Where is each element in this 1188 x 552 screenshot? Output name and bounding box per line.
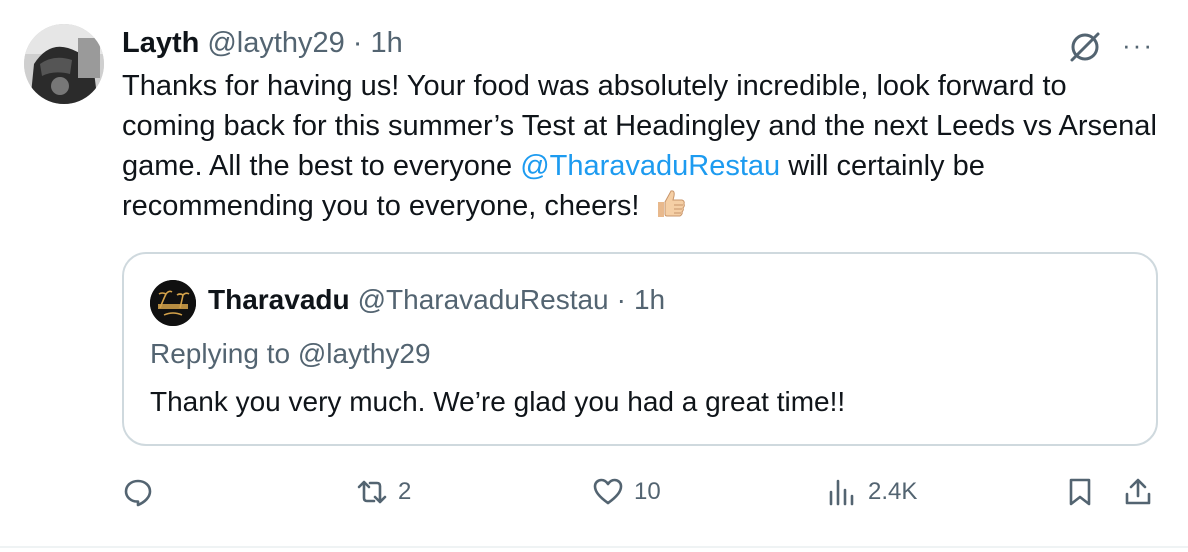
action-bar: 2 10 2.4K [122, 470, 1162, 514]
tweet-header: Layth @laythy29 · 1h [122, 26, 403, 60]
views-chart-icon [829, 479, 854, 506]
views-count: 2.4K [868, 478, 918, 505]
quoted-separator-dot: · [616, 284, 626, 315]
like-count: 10 [634, 478, 661, 505]
mention-link[interactable]: @TharavaduRestau [520, 150, 780, 182]
reply-button[interactable] [122, 470, 164, 514]
more-options-button[interactable]: ··· [1118, 30, 1158, 60]
quoted-author-handle[interactable]: @TharavaduRestau [358, 284, 609, 316]
bookmark-icon [1069, 478, 1091, 506]
tweet-text: Thanks for having us! Your food was abso… [122, 66, 1162, 226]
author-name[interactable]: Layth [122, 27, 199, 60]
grok-icon[interactable] [1066, 28, 1104, 66]
bookmark-button[interactable] [1064, 470, 1096, 514]
author-handle[interactable]: @laythy29 [207, 27, 344, 60]
retweet-count: 2 [398, 478, 412, 505]
reply-icon [124, 479, 152, 507]
views-button[interactable]: 2.4K [826, 470, 917, 514]
heart-icon [593, 478, 623, 505]
restaurant-logo [150, 280, 196, 326]
quoted-tweet[interactable]: Tharavadu @TharavaduRestau · 1h Replying… [122, 252, 1158, 446]
like-button[interactable]: 10 [592, 470, 661, 514]
retweet-icon [357, 480, 387, 504]
thumbs-up-icon [654, 187, 688, 221]
share-icon [1125, 478, 1151, 505]
tweet-card[interactable]: Layth @laythy29 · 1h ··· Thanks for havi… [0, 0, 1188, 552]
avatar[interactable] [24, 24, 104, 104]
divider [0, 546, 1188, 548]
quoted-author-name[interactable]: Tharavadu [208, 284, 350, 316]
quoted-timestamp[interactable]: 1h [634, 284, 665, 316]
retweet-button[interactable]: 2 [356, 470, 411, 514]
quoted-avatar[interactable] [150, 280, 196, 326]
share-button[interactable] [1122, 470, 1154, 514]
quoted-header: Tharavadu @TharavaduRestau · 1h [208, 284, 665, 316]
separator-dot: · [352, 26, 363, 59]
replying-to: Replying to @laythy29 [150, 338, 431, 369]
timestamp[interactable]: 1h [370, 27, 402, 60]
quoted-text: Thank you very much. We’re glad you had … [150, 386, 846, 417]
avatar-photo [24, 24, 104, 104]
